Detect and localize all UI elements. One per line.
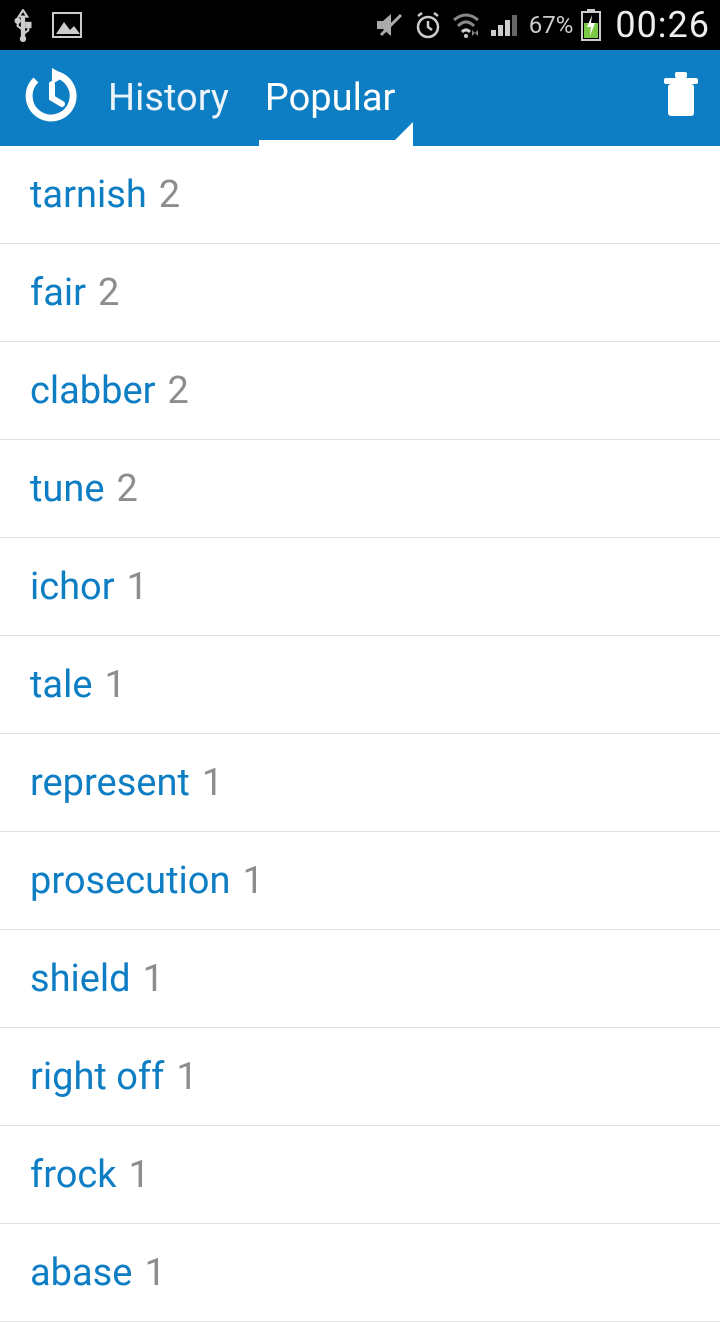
word-count: 2 <box>159 173 180 217</box>
tab-popular[interactable]: Popular <box>247 50 413 146</box>
mute-icon <box>375 11 405 39</box>
wifi-icon <box>451 12 481 38</box>
picture-icon <box>52 12 82 38</box>
list-item[interactable]: represent 1 <box>0 734 720 832</box>
list-item[interactable]: abase 1 <box>0 1224 720 1322</box>
word-label: frock <box>30 1153 117 1197</box>
list-item[interactable]: tarnish 2 <box>0 146 720 244</box>
list-item[interactable]: clabber 2 <box>0 342 720 440</box>
word-label: tune <box>30 467 105 511</box>
word-label: ichor <box>30 565 115 609</box>
list-item[interactable]: frock 1 <box>0 1126 720 1224</box>
word-label: clabber <box>30 369 156 413</box>
tab-history-label: History <box>108 76 229 120</box>
word-label: tale <box>30 663 93 707</box>
word-label: represent <box>30 761 190 805</box>
history-clock-icon[interactable] <box>22 66 82 130</box>
list-item[interactable]: tale 1 <box>0 636 720 734</box>
word-count: 1 <box>176 1055 197 1099</box>
word-count: 1 <box>242 859 263 903</box>
status-time: 00:26 <box>615 4 710 46</box>
list-item[interactable]: shield 1 <box>0 930 720 1028</box>
tab-popular-label: Popular <box>265 76 395 120</box>
usb-icon <box>10 8 36 42</box>
word-count: 1 <box>143 957 164 1001</box>
word-label: shield <box>30 957 131 1001</box>
word-count: 1 <box>127 565 148 609</box>
trash-button[interactable] <box>660 72 702 124</box>
word-list[interactable]: tarnish2fair2clabber2tune2ichor1tale1rep… <box>0 146 720 1322</box>
word-count: 1 <box>129 1153 150 1197</box>
word-label: abase <box>30 1251 132 1295</box>
word-label: fair <box>30 271 86 315</box>
list-item[interactable]: ichor 1 <box>0 538 720 636</box>
list-item[interactable]: fair 2 <box>0 244 720 342</box>
word-label: prosecution <box>30 859 230 903</box>
word-count: 2 <box>98 271 119 315</box>
battery-charging-icon <box>581 9 601 41</box>
list-item[interactable]: right off 1 <box>0 1028 720 1126</box>
battery-percent: 67% <box>529 11 574 39</box>
word-count: 2 <box>117 467 138 511</box>
tab-indicator-icon <box>389 122 413 146</box>
word-count: 1 <box>202 761 223 805</box>
word-label: tarnish <box>30 173 147 217</box>
app-bar: History Popular <box>0 50 720 146</box>
word-count: 1 <box>144 1251 165 1295</box>
list-item[interactable]: prosecution 1 <box>0 832 720 930</box>
tab-history[interactable]: History <box>90 50 247 146</box>
word-label: right off <box>30 1055 164 1099</box>
word-count: 2 <box>168 369 189 413</box>
list-item[interactable]: tune 2 <box>0 440 720 538</box>
signal-icon <box>489 12 519 38</box>
status-bar: 67% 00:26 <box>0 0 720 50</box>
alarm-icon <box>413 10 443 40</box>
word-count: 1 <box>105 663 126 707</box>
